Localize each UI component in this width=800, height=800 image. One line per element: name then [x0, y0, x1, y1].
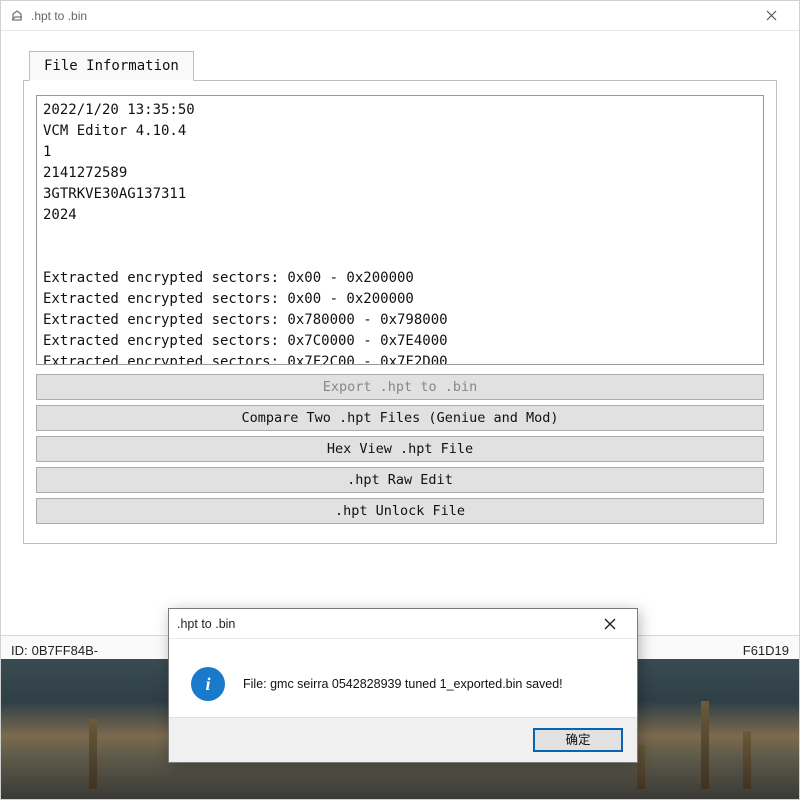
message-dialog: .hpt to .bin i File: gmc seirra 05428289… [168, 608, 638, 763]
dialog-title: .hpt to .bin [177, 617, 591, 631]
tab-container: File Information Export .hpt to .bin Com… [23, 51, 777, 545]
dialog-body: i File: gmc seirra 0542828939 tuned 1_ex… [169, 639, 637, 717]
button-group: Export .hpt to .bin Compare Two .hpt Fil… [36, 374, 764, 524]
export-button[interactable]: Export .hpt to .bin [36, 374, 764, 400]
titlebar: .hpt to .bin [1, 1, 799, 31]
dialog-message: File: gmc seirra 0542828939 tuned 1_expo… [243, 677, 563, 691]
tab-file-information[interactable]: File Information [29, 51, 194, 81]
info-icon: i [191, 667, 225, 701]
dialog-close-icon[interactable] [591, 611, 629, 637]
tab-panel: Export .hpt to .bin Compare Two .hpt Fil… [23, 80, 777, 544]
id-value-right: F61D19 [743, 643, 789, 658]
raw-edit-button[interactable]: .hpt Raw Edit [36, 467, 764, 493]
id-value-left: 0B7FF84B- [32, 643, 98, 658]
id-label: ID: [11, 643, 28, 658]
ok-button[interactable]: 确定 [533, 728, 623, 752]
client-area: File Information Export .hpt to .bin Com… [1, 31, 799, 555]
file-info-log[interactable] [36, 95, 764, 365]
hex-view-button[interactable]: Hex View .hpt File [36, 436, 764, 462]
dialog-titlebar: .hpt to .bin [169, 609, 637, 639]
close-icon[interactable] [751, 2, 791, 30]
dialog-button-row: 确定 [169, 717, 637, 762]
window-title: .hpt to .bin [31, 9, 751, 23]
app-icon [9, 8, 25, 24]
compare-button[interactable]: Compare Two .hpt Files (Geniue and Mod) [36, 405, 764, 431]
unlock-button[interactable]: .hpt Unlock File [36, 498, 764, 524]
